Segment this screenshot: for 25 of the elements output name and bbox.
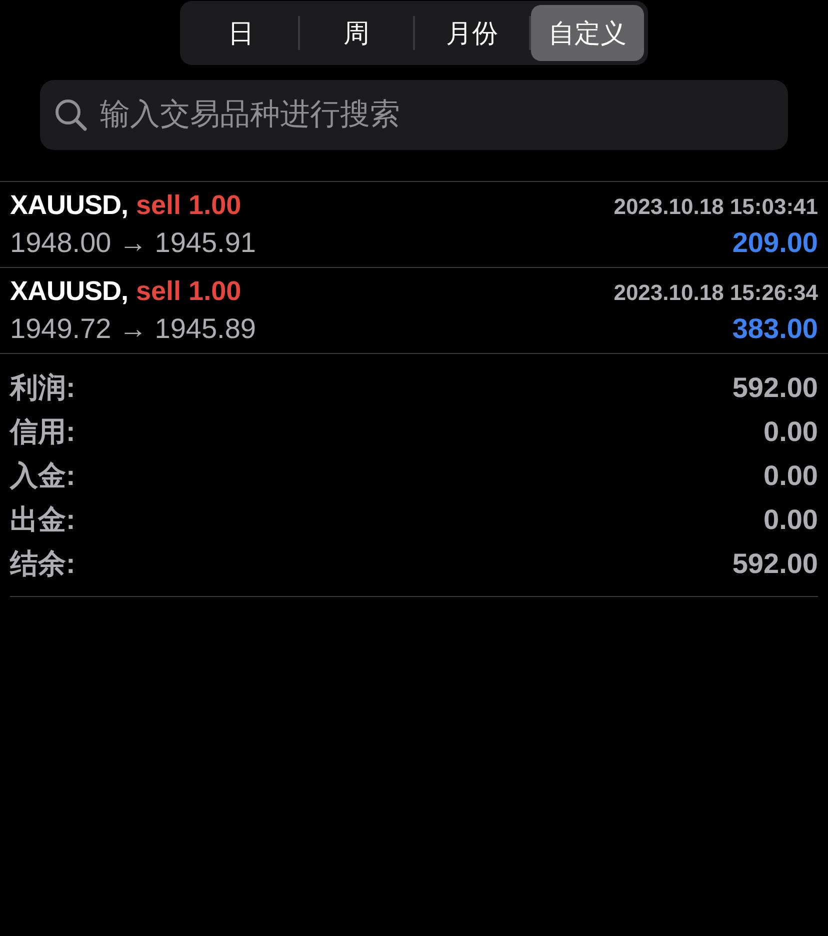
period-tab[interactable]: 自定义 [530, 5, 644, 61]
order-text: sell 1.00 [136, 276, 242, 307]
profit-value: 209.00 [732, 227, 818, 259]
search-field[interactable]: 输入交易品种进行搜索 [40, 80, 788, 150]
symbol-text: XAUUSD, [10, 190, 128, 221]
period-tab[interactable]: 周 [300, 5, 413, 61]
summary-label: 入金: [10, 459, 76, 493]
summary-value: 592.00 [732, 372, 818, 404]
trade-time: 2023.10.18 15:03:41 [614, 194, 818, 220]
period-tab[interactable]: 日 [184, 5, 298, 61]
summary-label: 出金: [10, 503, 76, 537]
summary-value: 0.00 [764, 460, 818, 492]
trade-time: 2023.10.18 15:26:34 [614, 280, 818, 306]
summary-label: 利润: [10, 371, 76, 405]
price-text: 1949.72 → 1945.89 [10, 313, 256, 345]
profit-value: 383.00 [732, 313, 818, 345]
summary-label: 结余: [10, 547, 76, 581]
period-tab[interactable]: 月份 [415, 5, 528, 61]
price-text: 1948.00 → 1945.91 [10, 227, 256, 259]
summary-label: 信用: [10, 415, 76, 449]
summary-value: 0.00 [764, 504, 818, 536]
symbol-text: XAUUSD, [10, 276, 128, 307]
summary-value: 592.00 [732, 548, 818, 580]
summary-value: 0.00 [764, 416, 818, 448]
order-text: sell 1.00 [136, 190, 242, 221]
